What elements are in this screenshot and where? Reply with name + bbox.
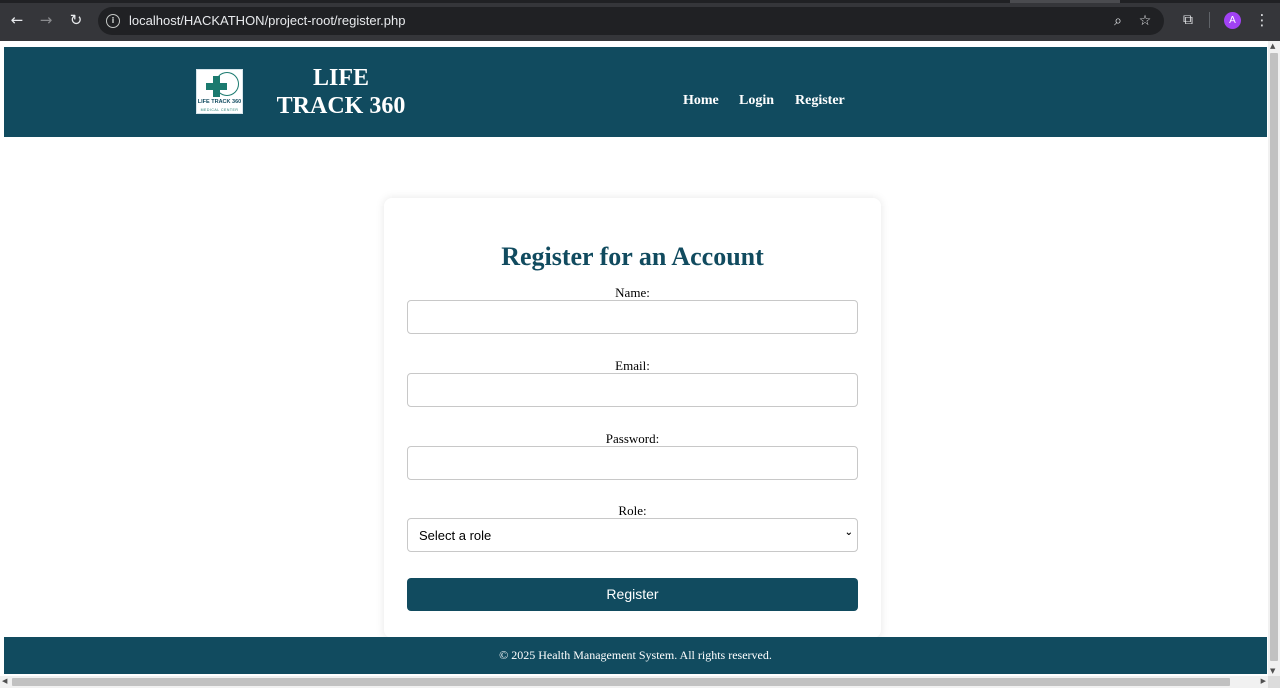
site-title: LIFE TRACK 360	[266, 64, 416, 120]
horizontal-scrollbar[interactable]: ◀ ▶	[0, 676, 1268, 688]
vertical-scroll-thumb[interactable]	[1270, 53, 1278, 661]
name-label: Name:	[615, 285, 650, 300]
role-select-value: Select a role	[419, 528, 492, 543]
puzzle-icon[interactable]: ⧉	[1180, 11, 1196, 29]
arrow-right-icon: →	[39, 11, 53, 29]
password-label: Password:	[605, 431, 660, 446]
email-label: Email:	[615, 358, 650, 373]
toolbar-divider	[1209, 12, 1210, 28]
site-footer: © 2025 Health Management System. All rig…	[4, 637, 1267, 674]
site-title-line2: TRACK 360	[276, 93, 406, 119]
role-select[interactable]: Select a role ⌄	[407, 518, 858, 552]
star-icon[interactable]: ☆	[1136, 12, 1154, 30]
tab-strip	[0, 0, 1280, 3]
form-title: Register for an Account	[501, 242, 764, 271]
profile-avatar[interactable]: A	[1224, 12, 1241, 29]
page-viewport: LIFE TRACK 360 MEDICAL CENTER LIFE TRACK…	[0, 41, 1280, 688]
nav-link-home[interactable]: Home	[683, 93, 719, 109]
scroll-up-icon[interactable]: ▲	[1270, 42, 1275, 50]
name-input[interactable]	[407, 300, 858, 334]
browser-toolbar: ← → ↻ i localhost/HACKATHON/project-root…	[0, 0, 1280, 41]
url-text[interactable]: localhost/HACKATHON/project-root/registe…	[129, 13, 405, 28]
scroll-down-icon[interactable]: ▼	[1270, 667, 1275, 675]
password-input[interactable]	[407, 446, 858, 480]
vertical-scrollbar[interactable]: ▲ ▼	[1268, 41, 1280, 676]
scroll-left-icon[interactable]: ◀	[2, 677, 7, 685]
scroll-right-icon[interactable]: ▶	[1261, 677, 1266, 685]
email-input[interactable]	[407, 373, 858, 407]
site-title-line1: LIFE	[312, 65, 369, 91]
address-bar[interactable]: i localhost/HACKATHON/project-root/regis…	[98, 7, 1164, 35]
nav-link-login[interactable]: Login	[739, 93, 774, 109]
logo-text: LIFE TRACK 360	[197, 99, 242, 105]
back-button[interactable]: ←	[7, 10, 27, 30]
arrow-left-icon: ←	[10, 11, 24, 29]
site-logo[interactable]: LIFE TRACK 360 MEDICAL CENTER	[196, 69, 243, 114]
chevron-down-icon: ⌄	[844, 527, 853, 538]
horizontal-scroll-thumb[interactable]	[12, 678, 1230, 686]
site-header: LIFE TRACK 360 MEDICAL CENTER LIFE TRACK…	[4, 47, 1267, 137]
more-vert-icon[interactable]: ⋮	[1254, 10, 1270, 30]
reload-icon: ↻	[69, 11, 83, 29]
logo-subtext: MEDICAL CENTER	[200, 108, 239, 112]
register-button[interactable]: Register	[407, 578, 858, 611]
register-form-card: Register for an Account Name: Email: Pas…	[384, 198, 881, 638]
role-label: Role:	[618, 503, 647, 518]
forward-button[interactable]: →	[36, 10, 56, 30]
info-icon[interactable]: i	[106, 14, 120, 28]
scrollbar-corner	[1268, 676, 1280, 688]
tab-indicator	[1010, 0, 1120, 3]
reload-button[interactable]: ↻	[66, 10, 86, 30]
zoom-icon[interactable]: ⌕	[1109, 12, 1127, 30]
nav-link-register[interactable]: Register	[795, 93, 845, 109]
